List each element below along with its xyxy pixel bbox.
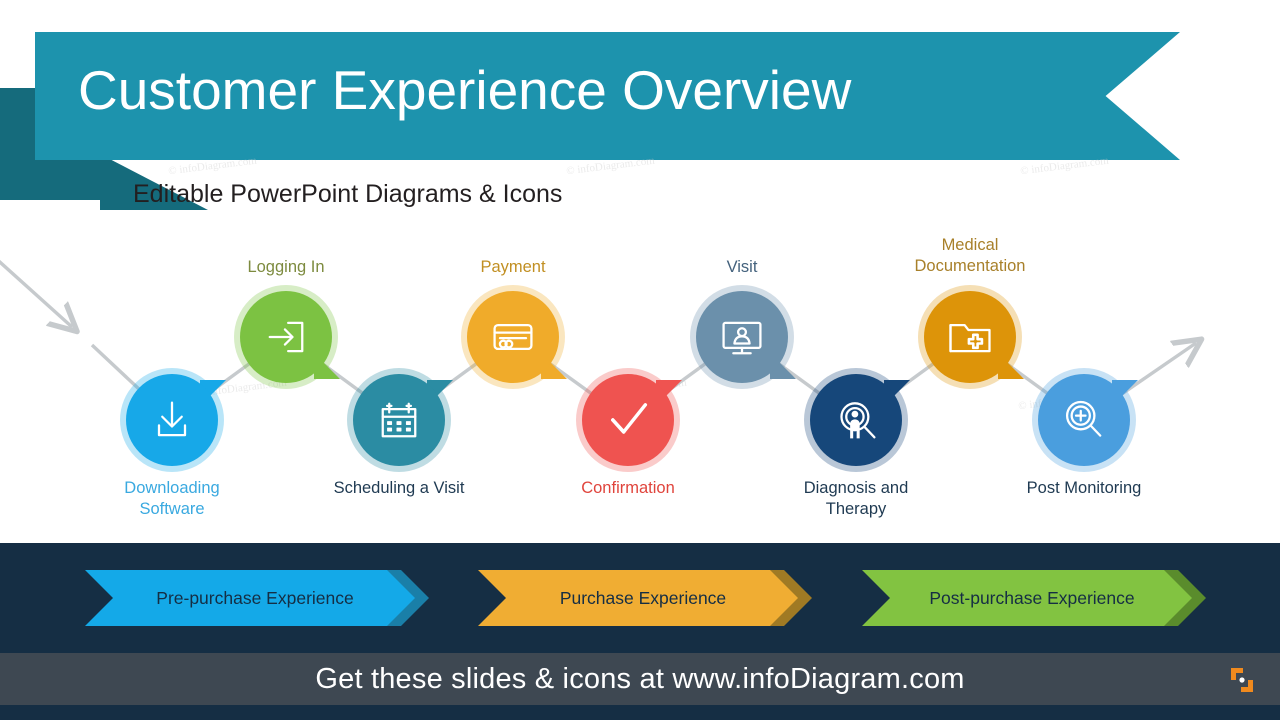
slide-canvas: Customer Experience Overview Editable Po… [0, 0, 1280, 720]
phase-chevron-label: Pre-purchase Experience [156, 587, 354, 608]
phase-chevron-label: Post-purchase Experience [929, 587, 1135, 608]
journey-step-3[interactable] [347, 368, 453, 472]
footer-bar: Get these slides & icons at www.infoDiag… [0, 653, 1280, 705]
step-label-line: Payment [480, 258, 546, 276]
journey-step-1[interactable] [120, 368, 226, 472]
journey-step-8[interactable] [918, 285, 1024, 389]
step-label-line: Therapy [825, 500, 887, 519]
journey-step-9[interactable] [1032, 368, 1138, 472]
journey-step-6[interactable] [690, 285, 796, 389]
journey-step-2[interactable] [234, 285, 340, 389]
step-bubble-1[interactable] [120, 368, 226, 472]
step-label-9: Post Monitoring [974, 478, 1194, 499]
step-label-4: Payment [403, 257, 623, 278]
folder-plus-icon [944, 311, 996, 363]
phase-chevron-1[interactable]: Pre-purchase Experience [85, 570, 415, 626]
journey-step-5[interactable] [576, 368, 682, 472]
step-label-6: Visit [632, 257, 852, 278]
step-bubble-7[interactable] [804, 368, 910, 472]
step-label-line: Documentation [914, 257, 1026, 276]
step-label-8: Medical Documentation [860, 235, 1080, 277]
step-bubble-3[interactable] [347, 368, 453, 472]
step-bubble-4[interactable] [461, 285, 567, 389]
step-label-2: Logging In [176, 257, 396, 278]
footer-bottom-edge [0, 705, 1280, 720]
magnifier-plus-icon [1058, 394, 1110, 446]
phase-chevron-3[interactable]: Post-purchase Experience [862, 570, 1192, 626]
checkmark-icon [602, 394, 654, 446]
step-bubble-8[interactable] [918, 285, 1024, 389]
step-label-line: Downloading [124, 479, 220, 497]
credit-card-icon [487, 311, 539, 363]
infodiagram-logo-icon[interactable] [1226, 664, 1258, 696]
step-label-line: Post Monitoring [1026, 479, 1142, 497]
journey-step-4[interactable] [461, 285, 567, 389]
step-label-line: Visit [726, 258, 758, 276]
step-label-line: Software [139, 500, 205, 519]
phase-chevron-2[interactable]: Purchase Experience [478, 570, 798, 626]
step-label-1: Downloading Software [62, 478, 282, 520]
journey-step-7[interactable] [804, 368, 910, 472]
customer-journey-diagram: Downloading Software Logging In Schedulin… [0, 225, 1280, 545]
step-bubble-5[interactable] [576, 368, 682, 472]
step-bubble-6[interactable] [690, 285, 796, 389]
login-arrow-icon [260, 311, 312, 363]
page-subtitle: Editable PowerPoint Diagrams & Icons [133, 180, 563, 208]
step-label-line: Scheduling a Visit [333, 479, 465, 497]
step-label-7: Diagnosis and Therapy [746, 478, 966, 520]
step-label-line: Medical [941, 236, 999, 254]
step-bubble-2[interactable] [234, 285, 340, 389]
step-label-line: Confirmation [581, 479, 675, 497]
step-label-5: Confirmation [518, 478, 738, 499]
footer-text: Get these slides & icons at www.infoDiag… [315, 662, 965, 695]
step-label-3: Scheduling a Visit [289, 478, 509, 499]
page-title: Customer Experience Overview [78, 59, 852, 121]
download-icon [146, 394, 198, 446]
phase-chevron-label: Purchase Experience [559, 587, 727, 608]
step-label-line: Logging In [247, 258, 325, 276]
monitor-person-icon [716, 311, 768, 363]
calendar-icon [373, 394, 425, 446]
step-label-line: Diagnosis and [803, 479, 909, 497]
step-bubble-9[interactable] [1032, 368, 1138, 472]
magnifier-person-icon [830, 394, 882, 446]
